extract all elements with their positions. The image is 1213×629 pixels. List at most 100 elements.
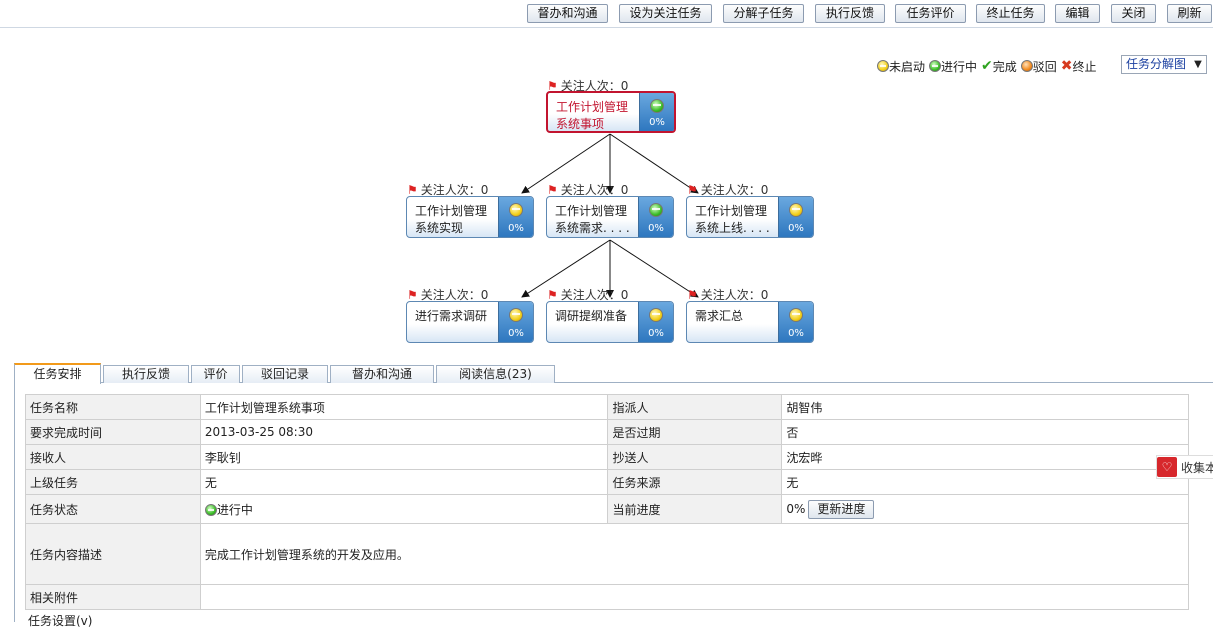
parent-task-label: 上级任务: [25, 469, 201, 495]
task-node-title: 工作计划管理 系统实现: [415, 203, 503, 237]
progress-label: 当前进度: [607, 494, 783, 524]
receiver-label: 接收人: [25, 444, 201, 470]
assigner-value: 胡智伟: [781, 394, 1189, 420]
attachment-label: 相关附件: [25, 584, 201, 610]
attachment-value: [199, 584, 1190, 610]
progress-cell: 0% 更新进度: [781, 494, 1189, 524]
overdue-value: 否: [781, 419, 1189, 445]
favorite-heart-icon[interactable]: ♡: [1157, 457, 1177, 477]
task-node-line: 需求汇总: [695, 309, 744, 323]
task-source-value: 无: [781, 469, 1189, 495]
task-node-status: 0%: [778, 302, 813, 342]
table-row: 相关附件: [25, 584, 1190, 610]
task-node[interactable]: 工作计划管理 系统上线. . . . 0%: [686, 196, 814, 238]
task-node-title: 工作计划管理 系统上线. . . .: [695, 203, 783, 237]
task-node-status: 0%: [638, 302, 673, 342]
tab-evaluation[interactable]: 评价: [191, 365, 240, 383]
task-node-percent: 0%: [648, 223, 664, 234]
progress-value: 0%: [786, 501, 806, 516]
flag-icon: ⚑: [547, 288, 558, 302]
due-value: 2013-03-25 08:30: [199, 419, 609, 445]
task-node-title: 工作计划管理 系统事项: [556, 99, 644, 131]
task-node[interactable]: 进行需求调研 0%: [406, 301, 534, 343]
task-node-line: 系统实现: [415, 221, 464, 235]
table-row: 上级任务 无 任务来源 无: [25, 469, 1189, 495]
task-name-label: 任务名称: [25, 394, 201, 420]
task-node-title: 调研提纲准备: [555, 308, 643, 325]
cc-label: 抄送人: [607, 444, 783, 470]
task-node-line: 调研提纲准备: [555, 309, 628, 323]
table-row: 任务名称 工作计划管理系统事项 指派人 胡智伟: [25, 394, 1189, 420]
task-node[interactable]: 工作计划管理 系统需求. . . . 0%: [546, 196, 674, 238]
task-node-title: 工作计划管理 系统需求. . . .: [555, 203, 643, 237]
task-node-percent: 0%: [648, 328, 664, 339]
tab-execution-feedback[interactable]: 执行反馈: [103, 365, 189, 383]
table-row: 任务内容描述 完成工作计划管理系统的开发及应用。: [25, 523, 1190, 585]
task-node-line: 工作计划管理: [695, 204, 768, 218]
green-status-icon: [650, 99, 664, 113]
cc-value: 沈宏晔: [781, 444, 1189, 470]
flag-icon: ⚑: [407, 183, 418, 197]
table-row: 接收人 李耿钊 抄送人 沈宏晔: [25, 444, 1189, 470]
task-node[interactable]: 工作计划管理 系统实现 0%: [406, 196, 534, 238]
tab-task-arrangement[interactable]: 任务安排: [14, 363, 101, 384]
flag-icon: ⚑: [687, 288, 698, 302]
favorite-widget[interactable]: ♡ 收集本: [1156, 455, 1213, 479]
task-node-percent: 0%: [649, 117, 665, 128]
follow-count-label: 关注人次：0: [560, 288, 629, 302]
task-source-label: 任务来源: [607, 469, 783, 495]
task-settings-label: 任务设置(v): [28, 614, 93, 628]
description-value: 完成工作计划管理系统的开发及应用。: [199, 523, 1190, 585]
task-node-line: 工作计划管理: [556, 100, 629, 114]
task-node-line: 工作计划管理: [415, 204, 488, 218]
table-row: 要求完成时间 2013-03-25 08:30 是否过期 否: [25, 419, 1189, 445]
task-node-line: 工作计划管理: [555, 204, 628, 218]
tab-supervise-communicate[interactable]: 督办和沟通: [330, 365, 434, 383]
task-node-percent: 0%: [508, 223, 524, 234]
follow-count-label: 关注人次：0: [420, 183, 489, 197]
overdue-label: 是否过期: [607, 419, 783, 445]
task-node-status: 0%: [638, 197, 673, 237]
task-node-status: 0%: [498, 197, 533, 237]
task-node[interactable]: 需求汇总 0%: [686, 301, 814, 343]
task-node-line: 系统上线. . . .: [695, 221, 770, 235]
green-status-icon: [649, 203, 663, 217]
follow-count-label: 关注人次：0: [700, 183, 769, 197]
favorite-label[interactable]: 收集本: [1177, 459, 1213, 476]
task-node-title: 进行需求调研: [415, 308, 503, 325]
parent-task-value: 无: [199, 469, 609, 495]
task-node[interactable]: 调研提纲准备 0%: [546, 301, 674, 343]
follow-count-label: 关注人次：0: [420, 288, 489, 302]
flag-icon: ⚑: [547, 183, 558, 197]
tab-reject-records[interactable]: 驳回记录: [242, 365, 328, 383]
due-label: 要求完成时间: [25, 419, 201, 445]
yellow-status-icon: [789, 308, 803, 322]
flag-icon: ⚑: [407, 288, 418, 302]
yellow-status-icon: [649, 308, 663, 322]
tab-read-info[interactable]: 阅读信息(23): [436, 365, 555, 383]
follow-count-label: 关注人次：0: [700, 288, 769, 302]
task-node-root[interactable]: 工作计划管理 系统事项 0%: [546, 91, 676, 133]
description-label: 任务内容描述: [25, 523, 201, 585]
task-status-cell: 进行中: [199, 494, 609, 524]
task-node-line: 进行需求调研: [415, 309, 488, 323]
flag-icon: ⚑: [687, 183, 698, 197]
task-node-percent: 0%: [788, 223, 804, 234]
update-progress-button[interactable]: 更新进度: [808, 499, 875, 519]
green-status-icon: [204, 504, 217, 516]
yellow-status-icon: [509, 308, 523, 322]
task-name-value: 工作计划管理系统事项: [199, 394, 609, 420]
task-node-status: 0%: [498, 302, 533, 342]
task-node-percent: 0%: [508, 328, 524, 339]
follow-count-label: 关注人次：0: [560, 183, 629, 197]
task-status-label: 任务状态: [25, 494, 201, 524]
task-node-line: 系统需求. . . .: [555, 221, 630, 235]
task-node-status: 0%: [639, 93, 674, 131]
yellow-status-icon: [789, 203, 803, 217]
task-node-line: 系统事项: [556, 117, 605, 131]
table-row: 任务状态 进行中 当前进度 0% 更新进度: [25, 494, 1189, 524]
task-node-title: 需求汇总: [695, 308, 783, 325]
yellow-status-icon: [509, 203, 523, 217]
task-node-status: 0%: [778, 197, 813, 237]
assigner-label: 指派人: [607, 394, 783, 420]
